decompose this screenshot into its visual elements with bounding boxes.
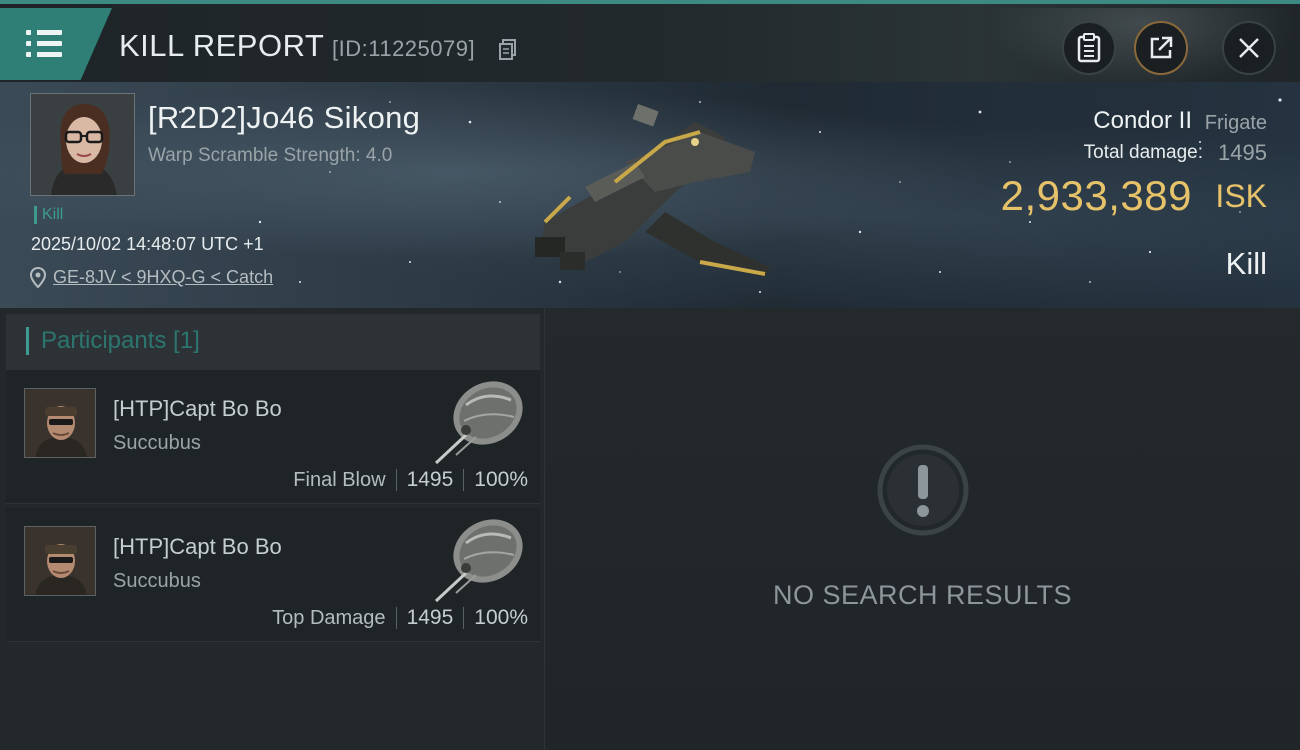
- victim-banner: [R2D2]Jo46 Sikong Warp Scramble Strength…: [0, 82, 1300, 308]
- total-damage-label: Total damage:: [1083, 142, 1203, 163]
- page-title: KILL REPORT: [119, 28, 325, 63]
- kill-id: [ID:11225079]: [332, 36, 476, 61]
- close-icon: [1239, 38, 1259, 58]
- participant-name[interactable]: [HTP]Capt Bo Bo: [113, 396, 282, 422]
- kill-timestamp: 2025/10/02 14:48:07 UTC +1: [31, 234, 264, 254]
- participant-damage: 1495: [406, 468, 454, 491]
- alert-icon: [877, 444, 969, 536]
- kill-type-tag: Kill: [34, 206, 63, 224]
- participants-title: Participants [1]: [26, 327, 200, 355]
- clipboard-icon: [1077, 33, 1101, 63]
- isk-unit: ISK: [1215, 178, 1267, 214]
- victim-ship-name[interactable]: Condor II: [1093, 107, 1192, 135]
- no-results-message: NO SEARCH RESULTS: [772, 580, 1073, 610]
- participant-stats: Top Damage 1495 100%: [272, 606, 528, 630]
- participant-tag: Final Blow: [293, 468, 386, 491]
- participant-tag: Top Damage: [272, 606, 386, 629]
- participant-damage: 1495: [406, 606, 454, 629]
- clipboard-button[interactable]: [1062, 21, 1116, 75]
- participant-name[interactable]: [HTP]Capt Bo Bo: [113, 534, 282, 560]
- warp-scramble-strength: Warp Scramble Strength: 4.0: [148, 145, 393, 166]
- isk-value: 2,933,389: [1000, 172, 1192, 219]
- results-panel: NO SEARCH RESULTS: [545, 308, 1300, 750]
- participant-percent: 100%: [474, 468, 528, 491]
- participant-percent: 100%: [474, 606, 528, 629]
- participant-row[interactable]: [HTP]Capt Bo Bo Succubus Top Damage 1495…: [6, 508, 540, 642]
- participants-header: Participants [1]: [6, 314, 540, 370]
- participants-panel: Participants [1] [HTP]Capt Bo Bo Succubu…: [0, 308, 545, 750]
- participant-ship-image: [434, 381, 523, 465]
- kill-result: Kill: [1225, 246, 1267, 281]
- menu-button[interactable]: [0, 8, 112, 80]
- victim-portrait[interactable]: [30, 93, 135, 196]
- participant-ship: Succubus: [113, 432, 201, 454]
- participant-row[interactable]: [HTP]Capt Bo Bo Succubus Final Blow 1495…: [6, 370, 540, 504]
- share-button[interactable]: [1134, 21, 1188, 75]
- participant-avatar: [24, 526, 96, 596]
- share-icon: [1150, 36, 1173, 59]
- total-damage-value: 1495: [1218, 140, 1267, 165]
- participant-ship-image: [434, 519, 523, 603]
- participant-avatar: [24, 388, 96, 458]
- header-bar: KILL REPORT [ID:11225079]: [0, 0, 1300, 86]
- kill-location-link[interactable]: GE-8JV < 9HXQ-G < Catch: [53, 267, 273, 288]
- menu-icon: [26, 30, 62, 58]
- victim-ship-image: [535, 104, 770, 277]
- victim-ship-class: Frigate: [1204, 112, 1267, 134]
- location-pin-icon: [30, 267, 46, 288]
- victim-name[interactable]: [R2D2]Jo46 Sikong: [148, 100, 420, 136]
- victim-avatar: [31, 94, 134, 195]
- close-button[interactable]: [1222, 21, 1276, 75]
- participant-stats: Final Blow 1495 100%: [293, 468, 528, 492]
- participant-ship: Succubus: [113, 570, 201, 592]
- copy-icon[interactable]: [499, 39, 516, 60]
